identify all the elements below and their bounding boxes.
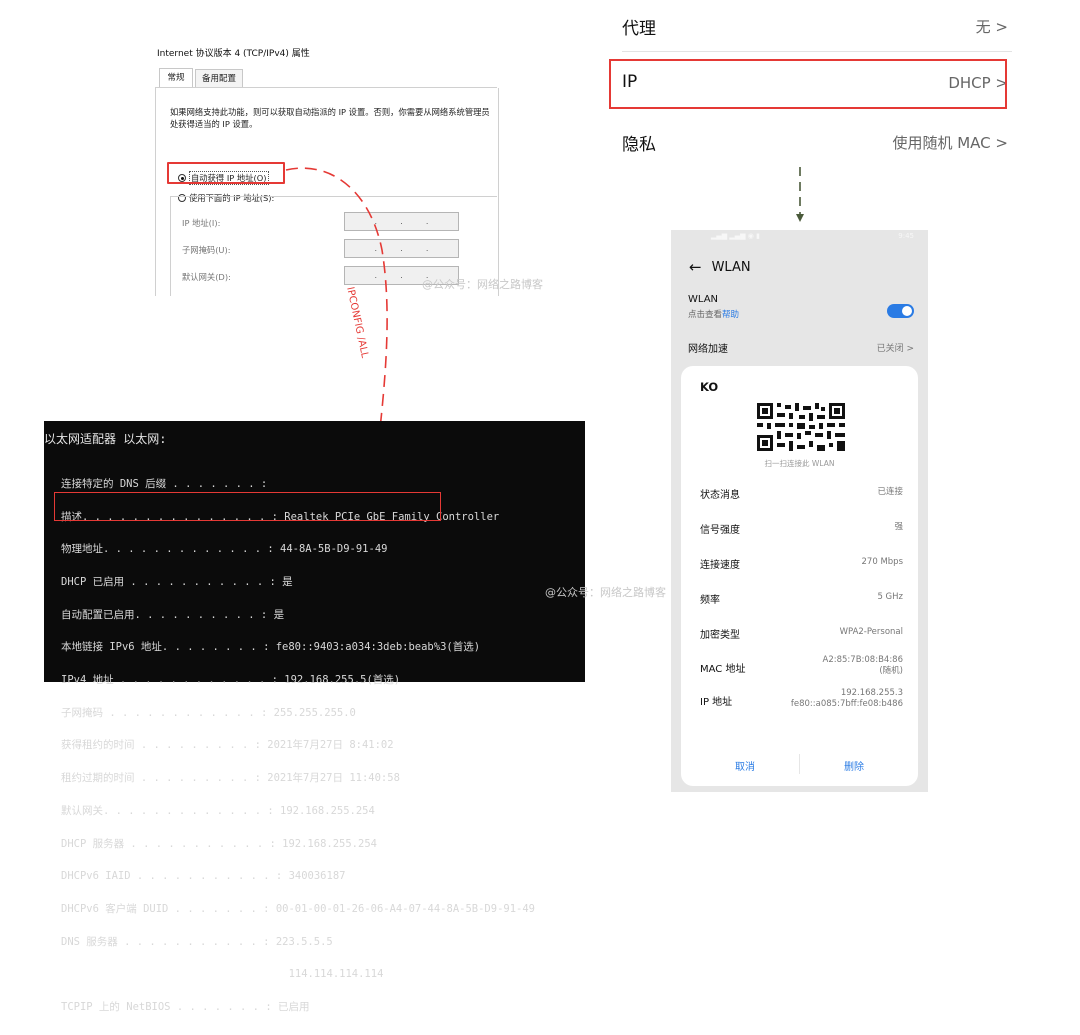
info-value: WPA2-Personal [839, 627, 903, 637]
info-label: IP 地址 [700, 697, 733, 708]
help-prefix: 点击查看 [688, 310, 723, 320]
info-row-frequency: 频率 5 GHz [700, 589, 903, 609]
console-line: 114.114.114.114 [61, 968, 384, 981]
info-row-ip: IP 地址 192.168.255.3 fe80::a085:7bff:fe08… [700, 688, 903, 716]
console-line: IPv4 地址 . . . . . . . . . . . . : 192.16… [61, 674, 401, 687]
back-arrow-icon[interactable]: ← [689, 258, 702, 276]
console-line: 物理地址. . . . . . . . . . . . . : 44-8A-5B… [61, 543, 388, 556]
console-adapter-title: 以太网适配器 以太网: [44, 432, 167, 446]
console-line: DHCPv6 客户端 DUID . . . . . . . : 00-01-00… [61, 902, 536, 915]
info-label: 连接速度 [700, 560, 740, 571]
action-divider [799, 754, 800, 774]
mac-address-value: A2:85:7B:08:B4:86 [822, 655, 903, 665]
ipv4-value: 192.168.255.3 [840, 688, 903, 698]
setting-privacy[interactable]: 隐私 使用随机 MAC > [622, 116, 1012, 168]
wlan-header: ← WLAN [689, 258, 751, 276]
watermark-top: @公众号：网络之路博客 [422, 278, 543, 291]
info-row-status: 状态消息 已连接 [700, 484, 903, 504]
wlan-help-text: 点击查看帮助 [688, 308, 739, 320]
info-label: 状态消息 [700, 490, 740, 501]
cancel-button[interactable]: 取消 [735, 758, 755, 773]
highlight-ip-dhcp [609, 59, 1007, 109]
info-value: 270 Mbps [861, 557, 903, 567]
network-accel-label[interactable]: 网络加速 [688, 340, 728, 355]
info-label: 信号强度 [700, 525, 740, 536]
console-line: 租约过期的时间 . . . . . . . . . : 2021年7月27日 1… [61, 772, 400, 785]
info-row-signal: 信号强度 强 [700, 519, 903, 539]
info-value: 5 GHz [877, 592, 903, 602]
console-line: 获得租约的时间 . . . . . . . . . : 2021年7月27日 8… [61, 739, 394, 752]
setting-privacy-label: 隐私 [622, 135, 656, 155]
dialog-actions: 取消 删除 [681, 754, 918, 778]
info-row-encryption: 加密类型 WPA2-Personal [700, 624, 903, 644]
console-line: 子网掩码 . . . . . . . . . . . . : 255.255.2… [61, 706, 356, 719]
qr-code-icon [757, 403, 845, 451]
console-line: 本地链接 IPv6 地址. . . . . . . . : fe80::9403… [61, 641, 481, 654]
network-ssid: KO [700, 380, 719, 394]
ipconfig-console: 以太网适配器 以太网: 连接特定的 DNS 后缀 . . . . . . . :… [44, 421, 585, 1012]
network-details-dialog: KO 扫一扫连接此 WLAN 状态消息 已连接 信号强度 强 连接速度 270 … [681, 366, 918, 786]
wlan-toggle[interactable] [887, 304, 914, 318]
info-value-group: 192.168.255.3 fe80::a085:7bff:fe08:b486 [791, 688, 903, 710]
status-bar: ▂▄▆ ▂▄▆ ◉ ▮ 9:45 [671, 230, 928, 244]
qr-caption: 扫一扫连接此 WLAN [764, 459, 835, 468]
console-line: 连接特定的 DNS 后缀 . . . . . . . : [61, 477, 268, 490]
info-label: MAC 地址 [700, 664, 746, 675]
setting-divider [622, 51, 1012, 52]
info-value: 强 [894, 522, 903, 532]
console-line: 默认网关. . . . . . . . . . . . . : 192.168.… [61, 804, 375, 817]
mac-random-tag: (随机) [879, 666, 903, 676]
console-line: DHCPv6 IAID . . . . . . . . . . . : 3400… [61, 870, 346, 883]
console-line: DNS 服务器 . . . . . . . . . . . : 223.5.5.… [61, 935, 333, 948]
wlan-header-title: WLAN [711, 259, 751, 275]
network-accel-value: 已关闭 > [876, 344, 914, 354]
highlight-dhcp-enabled [54, 492, 441, 521]
info-value-group: A2:85:7B:08:B4:86 (随机) [823, 655, 903, 677]
setting-proxy-value: 无 > [975, 18, 1008, 36]
signal-icon: ▂▄▆ ▂▄▆ ◉ ▮ [711, 232, 760, 240]
console-line: DHCP 服务器 . . . . . . . . . . . : 192.168… [61, 837, 377, 850]
console-line: TCPIP 上的 NetBIOS . . . . . . . : 已启用 [61, 1001, 310, 1014]
arrow-down-icon [796, 214, 804, 222]
setting-privacy-value: 使用随机 MAC > [892, 134, 1008, 152]
console-line: 自动配置已启用. . . . . . . . . . : 是 [61, 608, 285, 621]
setting-proxy[interactable]: 代理 无 > [622, 0, 1012, 52]
info-label: 频率 [700, 595, 720, 606]
help-link[interactable]: 帮助 [722, 310, 739, 320]
console-line: DHCP 已启用 . . . . . . . . . . . : 是 [61, 575, 293, 588]
console-output: 连接特定的 DNS 后缀 . . . . . . . : 描述. . . . .… [61, 457, 535, 1035]
info-value: 已连接 [877, 487, 903, 497]
status-time: 9:45 [898, 232, 914, 240]
ipv6-value: fe80::a085:7bff:fe08:b486 [790, 699, 903, 709]
info-label: 加密类型 [700, 630, 740, 641]
info-row-mac: MAC 地址 A2:85:7B:08:B4:86 (随机) [700, 655, 903, 683]
setting-proxy-label: 代理 [622, 19, 656, 39]
delete-button[interactable]: 删除 [844, 758, 864, 773]
watermark-bottom: @公众号：网络之路博客 [545, 586, 666, 599]
info-row-speed: 连接速度 270 Mbps [700, 554, 903, 574]
phone-wlan-screen: ▂▄▆ ▂▄▆ ◉ ▮ 9:45 ← WLAN WLAN 点击查看帮助 网络加速… [671, 230, 928, 792]
wlan-switch-label: WLAN [688, 294, 719, 305]
